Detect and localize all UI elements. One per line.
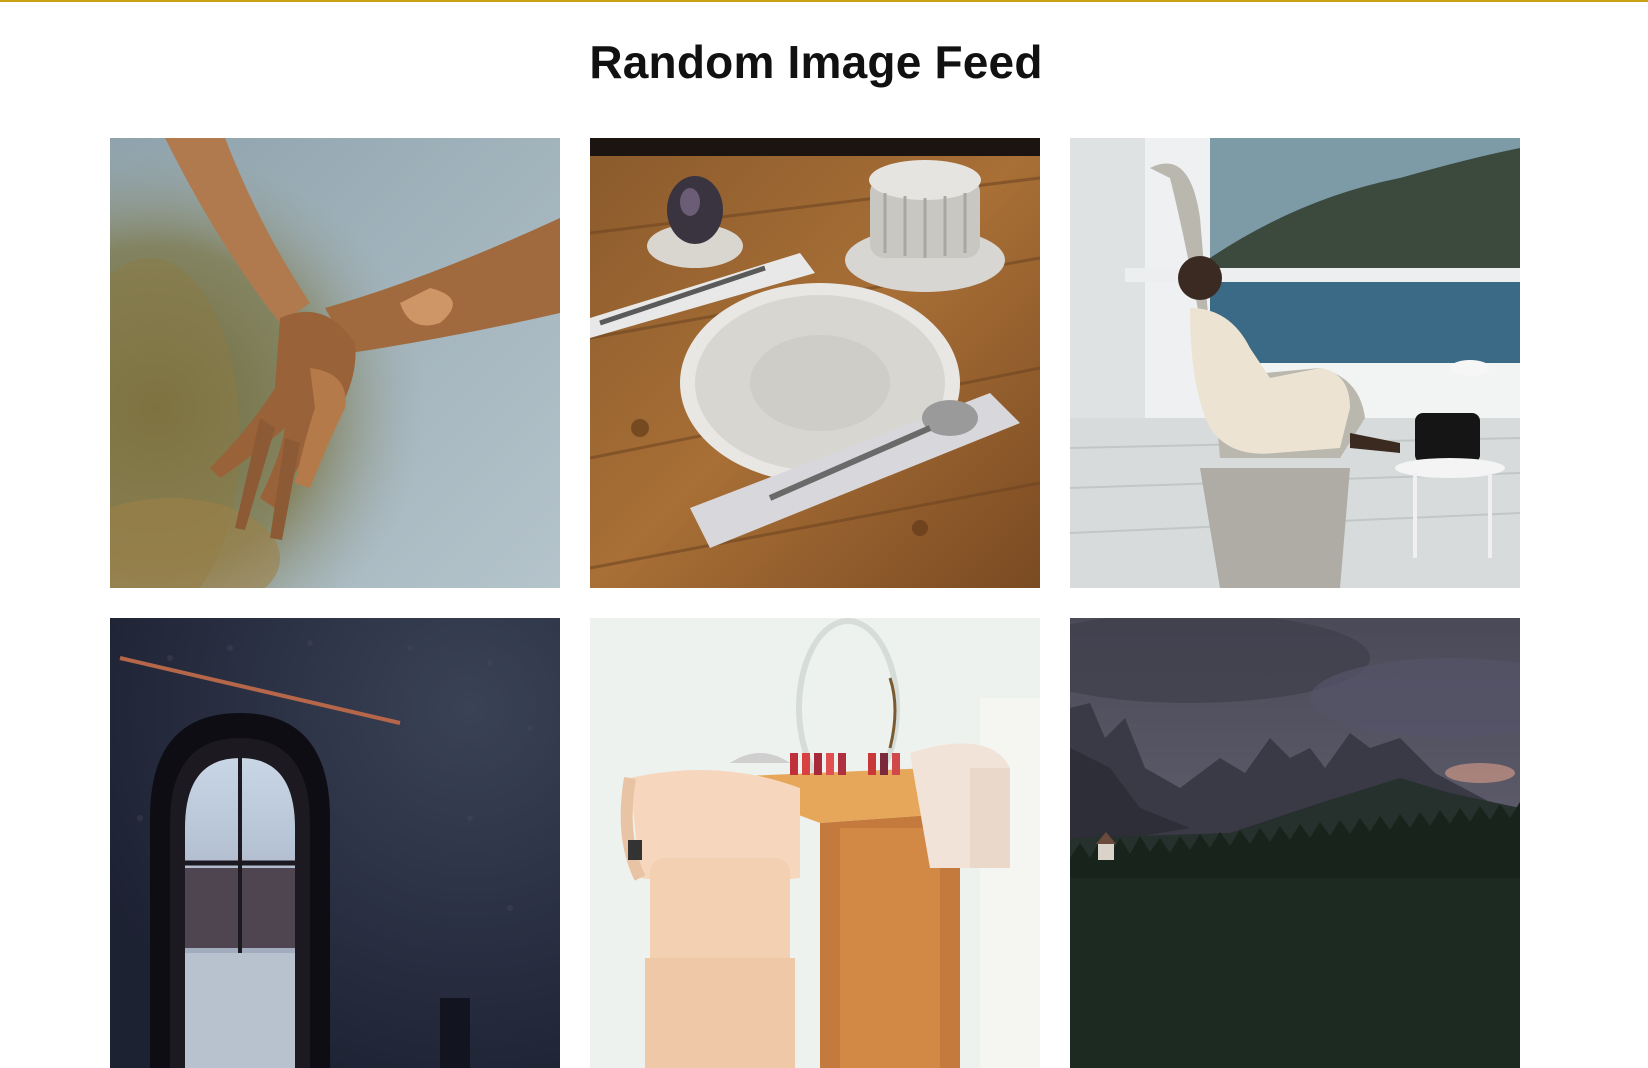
hands-photo (110, 138, 560, 588)
mountains-photo (1070, 618, 1520, 1068)
feed-image-manicure-desk[interactable] (590, 618, 1040, 1068)
arched-window-photo (110, 618, 560, 1068)
image-feed-grid (110, 138, 1520, 1068)
feed-image-tableware[interactable] (590, 138, 1040, 588)
terrace-photo (1070, 138, 1520, 588)
page-title: Random Image Feed (589, 36, 1043, 88)
feed-image-hands[interactable] (110, 138, 560, 588)
feed-image-terrace[interactable] (1070, 138, 1520, 588)
tableware-photo (590, 138, 1040, 588)
top-accent-rule (0, 0, 1648, 2)
manicure-desk-photo (590, 618, 1040, 1068)
feed-image-mountains[interactable] (1070, 618, 1520, 1068)
feed-image-arched-window[interactable] (110, 618, 560, 1068)
